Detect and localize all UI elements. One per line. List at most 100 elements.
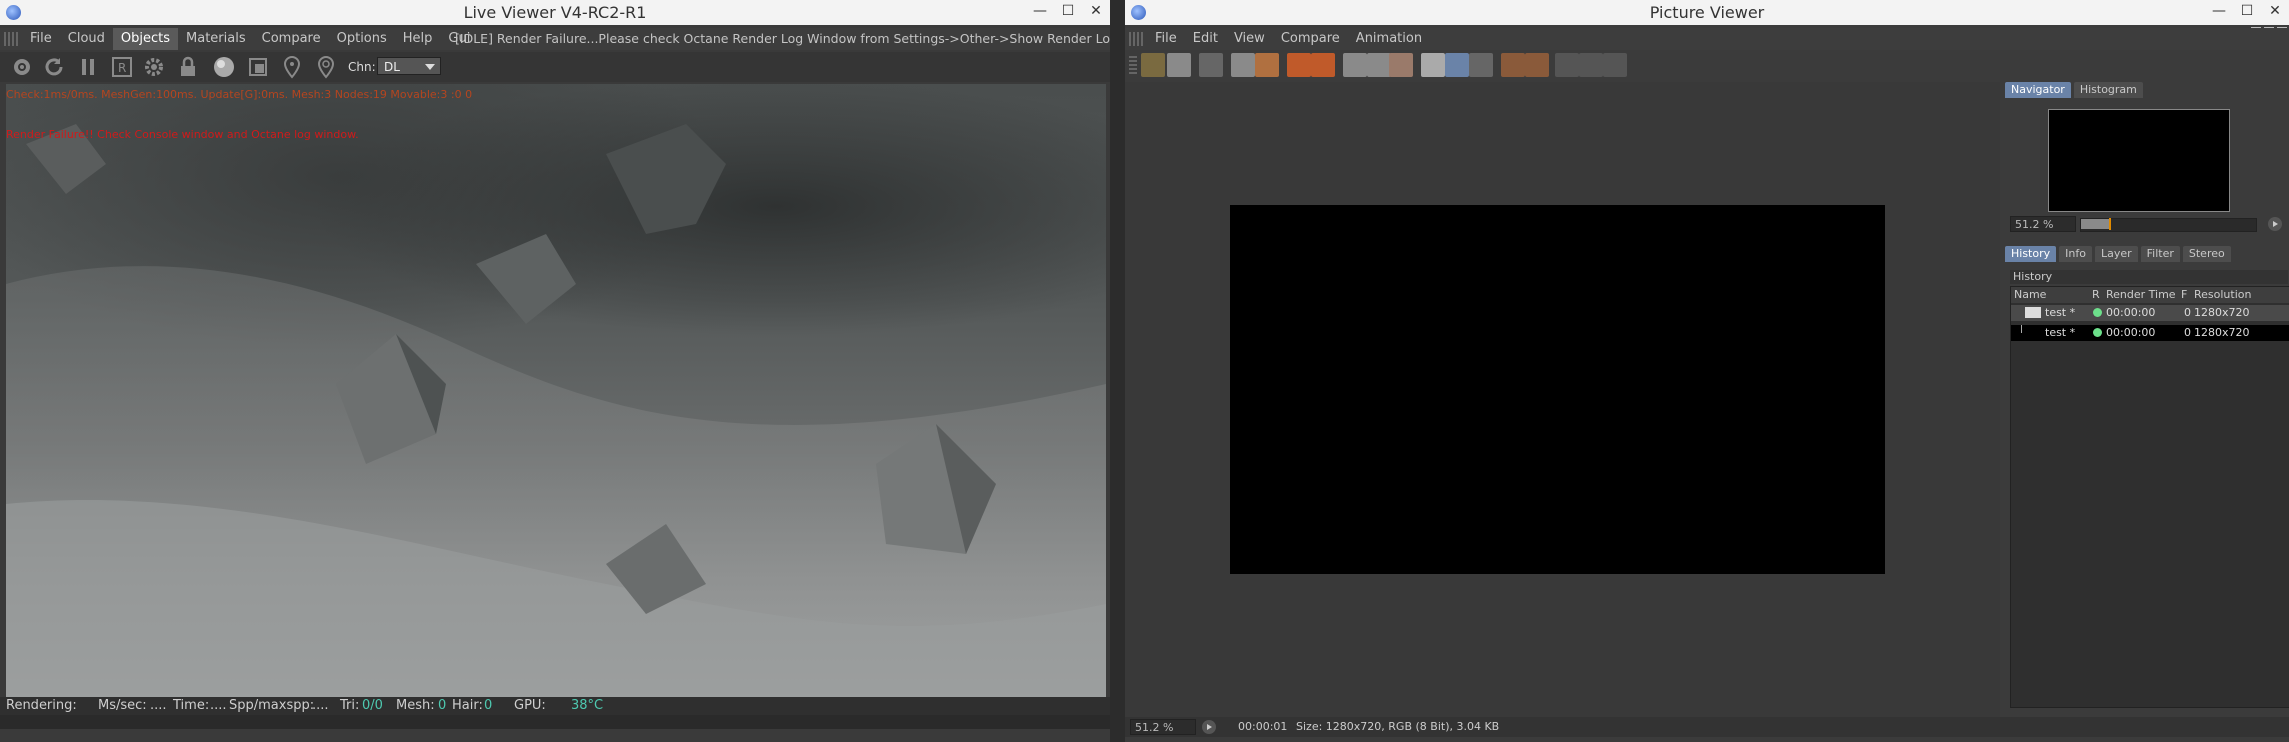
- history-row-resolution: 1280x720: [2194, 326, 2250, 339]
- zoom-slider-thumb[interactable]: [2109, 218, 2111, 230]
- render-viewport[interactable]: [6, 84, 1106, 697]
- menu-options[interactable]: Options: [329, 28, 395, 50]
- history-row[interactable]: test * 00:00:00 0 1280x720: [2011, 305, 2289, 321]
- time-label: Time:: [173, 698, 210, 713]
- split-horizontal-icon[interactable]: [1555, 53, 1579, 77]
- menu-help[interactable]: Help: [395, 28, 441, 50]
- minimize-button[interactable]: —: [2205, 0, 2233, 25]
- compare-b-icon[interactable]: [1445, 53, 1469, 77]
- channel-icon[interactable]: [1389, 53, 1413, 77]
- menu-animation[interactable]: Animation: [1348, 28, 1430, 50]
- navigator-zoom-field[interactable]: 51.2 %: [2010, 216, 2076, 232]
- picture-viewer-titlebar[interactable]: Picture Viewer — ☐ ✕: [1125, 0, 2289, 25]
- grip-icon: [1129, 56, 1137, 74]
- tab-filter[interactable]: Filter: [2140, 246, 2180, 262]
- navigator-zoom-slider[interactable]: [2080, 218, 2257, 232]
- tree-line: [2021, 325, 2022, 333]
- picture-canvas-area[interactable]: [1125, 82, 2000, 717]
- navigator-tabs: Navigator Histogram: [2005, 82, 2146, 98]
- channel-dropdown[interactable]: DL: [377, 57, 441, 75]
- play-icon[interactable]: [1202, 720, 1216, 734]
- tab-info[interactable]: Info: [2059, 246, 2092, 262]
- spp-label: Spp/maxspp:: [229, 698, 315, 713]
- maximize-button[interactable]: ☐: [1054, 0, 1082, 25]
- menu-cloud[interactable]: Cloud: [60, 28, 113, 50]
- rendered-image: [1230, 205, 1885, 574]
- tab-stereo[interactable]: Stereo: [2182, 246, 2231, 262]
- menu-file[interactable]: File: [1147, 28, 1185, 50]
- split-vertical-icon[interactable]: [1579, 53, 1603, 77]
- spp-value: ....: [312, 698, 329, 713]
- col-resolution[interactable]: Resolution: [2194, 287, 2251, 303]
- render-status-dot-icon: [2093, 328, 2102, 337]
- history-table: Name R Render Time F Resolution test * 0…: [2010, 286, 2289, 708]
- region-render-icon[interactable]: R: [110, 55, 134, 79]
- hair-label: Hair:: [452, 698, 483, 713]
- lock-icon[interactable]: [176, 55, 200, 79]
- menu-view[interactable]: View: [1226, 28, 1273, 50]
- pick-focus-icon[interactable]: [280, 55, 304, 79]
- history-row-resolution: 1280x720: [2194, 306, 2250, 319]
- open-file-icon[interactable]: [1141, 53, 1165, 77]
- menu-edit[interactable]: Edit: [1185, 28, 1226, 50]
- history-row-name: test *: [2045, 306, 2076, 319]
- save-icon[interactable]: [1167, 53, 1191, 77]
- live-viewer-toolbar: R Chn: DL: [0, 52, 1110, 82]
- channel-value: DL: [384, 60, 400, 74]
- navigator-preview[interactable]: [2048, 109, 2230, 212]
- zoom-icon[interactable]: [1255, 53, 1279, 77]
- maximize-button[interactable]: ☐: [2233, 0, 2261, 25]
- picture-viewer-title: Picture Viewer: [1649, 3, 1765, 22]
- stop-render-icon[interactable]: [1287, 53, 1311, 77]
- live-viewer-titlebar[interactable]: Live Viewer V4-RC2-R1 — ☐ ✕: [0, 0, 1110, 25]
- history-row[interactable]: test * 00:00:00 0 1280x720: [2011, 325, 2289, 341]
- status-zoom-field[interactable]: 51.2 %: [1130, 719, 1196, 735]
- grid-icon[interactable]: [1199, 53, 1223, 77]
- tab-layer[interactable]: Layer: [2094, 246, 2138, 262]
- tab-navigator[interactable]: Navigator: [2005, 82, 2071, 98]
- tab-history[interactable]: History: [2005, 246, 2057, 262]
- settings-gear-icon[interactable]: [142, 55, 166, 79]
- tab-histogram[interactable]: Histogram: [2073, 82, 2143, 98]
- pick-material-icon[interactable]: [314, 55, 338, 79]
- close-button[interactable]: ✕: [1082, 0, 1110, 25]
- col-render-time[interactable]: Render Time: [2106, 287, 2176, 303]
- hair-value: 0: [484, 698, 493, 713]
- mssec-label: Ms/sec:: [98, 698, 147, 713]
- status-render-time: 00:00:01: [1238, 720, 1288, 733]
- menu-objects[interactable]: Objects: [112, 28, 179, 50]
- picture-viewer-menubar: File Edit View Compare Animation: [1125, 28, 2289, 50]
- picture-viewer-side-panel: Navigator Histogram 51.2 % History Info …: [2005, 82, 2289, 717]
- fit-screen-icon[interactable]: [1231, 53, 1255, 77]
- ab-swap-icon[interactable]: [1469, 53, 1493, 77]
- compare-a-icon[interactable]: [1421, 53, 1445, 77]
- channel-label: Chn:: [348, 60, 376, 74]
- live-viewer-window: Live Viewer V4-RC2-R1 — ☐ ✕ File Cloud O…: [0, 0, 1110, 742]
- material-sphere-icon[interactable]: [212, 55, 236, 79]
- col-r[interactable]: R: [2092, 287, 2100, 303]
- history-section-label: History: [2010, 270, 2288, 284]
- mesh-label: Mesh:: [396, 698, 435, 713]
- time-value: ....: [210, 698, 227, 713]
- set-b-icon[interactable]: [1525, 53, 1549, 77]
- frame-icon[interactable]: [1367, 53, 1391, 77]
- menu-compare[interactable]: Compare: [1273, 28, 1348, 50]
- minimize-button[interactable]: —: [1026, 0, 1054, 25]
- render-icon[interactable]: [1311, 53, 1335, 77]
- menu-file[interactable]: File: [22, 28, 60, 50]
- split-toggle-icon[interactable]: [1603, 53, 1627, 77]
- set-a-icon[interactable]: [1501, 53, 1525, 77]
- col-f[interactable]: F: [2181, 287, 2187, 303]
- play-icon[interactable]: [2268, 217, 2282, 231]
- close-button[interactable]: ✕: [2261, 0, 2289, 25]
- col-name[interactable]: Name: [2014, 287, 2046, 303]
- refresh-icon[interactable]: [42, 55, 66, 79]
- menu-compare[interactable]: Compare: [254, 28, 329, 50]
- render-stats-line: Check:1ms/0ms. MeshGen:100ms. Update[G]:…: [6, 88, 473, 101]
- gear-settings-icon[interactable]: [10, 55, 34, 79]
- menu-materials[interactable]: Materials: [178, 28, 254, 50]
- viewport-frame-icon[interactable]: [246, 55, 270, 79]
- region-icon[interactable]: [1343, 53, 1367, 77]
- picture-viewer-toolbar: [1125, 50, 2289, 80]
- pause-icon[interactable]: [76, 55, 100, 79]
